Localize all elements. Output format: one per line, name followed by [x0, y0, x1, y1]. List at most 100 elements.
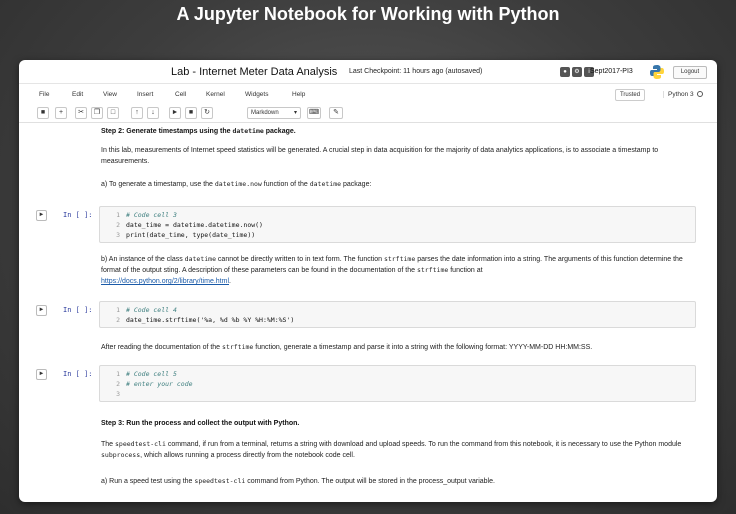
step2a-post: package: [341, 181, 372, 188]
step2b-code3: strftime [416, 266, 449, 274]
logout-button[interactable]: Logout [673, 66, 707, 79]
step2a-code2: datetime [309, 180, 342, 188]
after-2: function, generate a timestamp and parse… [253, 344, 593, 351]
code-text: date_time = datetime.datetime.now() [126, 221, 263, 229]
cut-icon[interactable]: ✂ [75, 107, 87, 119]
line-number: 2 [116, 221, 120, 229]
code-cell-4[interactable]: 1 # Code cell 4 2 date_time.strftime('%a, … [99, 301, 696, 328]
step3a-code: speedtest-cli [194, 477, 246, 485]
menu-cell[interactable]: Cell [175, 91, 186, 98]
step2-intro: In this lab, measurements of Internet sp… [101, 147, 659, 165]
code-line: 1 # Code cell 4 [100, 305, 695, 315]
cell-prompt: In [ ]: [63, 306, 93, 314]
line-number: 2 [116, 380, 120, 388]
lock-icon[interactable]: ● [560, 67, 570, 77]
run-cell-icon[interactable]: ► [36, 210, 47, 221]
toolbar: ■ + ✂ ❐ □ ↑ ↓ ► ■ ↻ Markdown ▾ ⌨ ✎ [19, 105, 717, 123]
step3-heading: Step 3: Run the process and collect the … [101, 418, 699, 429]
code-text: date_time.strftime('%a, %d %b %Y %H:%M:%… [126, 316, 295, 324]
keyboard-icon[interactable]: ⌨ [307, 107, 321, 119]
restart-icon[interactable]: ↻ [201, 107, 213, 119]
copy-icon[interactable]: ❐ [91, 107, 103, 119]
code-line: 2 date_time = datetime.datetime.now() [100, 220, 695, 230]
step2a-pre: a) To generate a timestamp, use the [101, 181, 215, 188]
step2-heading-code: datetime [232, 127, 264, 135]
run-icon[interactable]: ► [169, 107, 181, 119]
code-text: # Code cell 5 [126, 370, 177, 378]
cell-type-value: Markdown [251, 110, 279, 116]
code-cell-5[interactable]: 1 # Code cell 5 2 # enter your code 3 [99, 365, 696, 402]
notebook-header: Lab - Internet Meter Data Analysis Last … [19, 60, 717, 84]
after-code: strftime [222, 343, 254, 351]
step2b-text: b) An instance of the class datetime can… [101, 254, 699, 287]
line-number: 1 [116, 370, 120, 378]
save-icon[interactable]: ■ [37, 107, 49, 119]
step2-heading-a: Step 2: Generate timestamps using the [101, 128, 233, 135]
run-cell-icon[interactable]: ► [36, 305, 47, 316]
notebook-content: Step 2: Generate timestamps using the da… [19, 124, 717, 502]
notebook-title[interactable]: Lab - Internet Meter Data Analysis [171, 66, 337, 78]
after-1: After reading the documentation of the [101, 344, 223, 351]
step2a-mid: function of the [261, 181, 310, 188]
python-logo-icon [650, 65, 664, 79]
step2b-dot: . [229, 278, 231, 285]
menu-insert[interactable]: Insert [137, 91, 153, 98]
step2a-code1: datetime.now [214, 180, 262, 188]
code-text: # Code cell 4 [126, 306, 177, 314]
menu-help[interactable]: Help [292, 91, 305, 98]
paste-icon[interactable]: □ [107, 107, 119, 119]
code-text: print(date_time, type(date_time)) [126, 231, 256, 239]
run-cell-icon[interactable]: ► [36, 369, 47, 380]
line-number: 1 [116, 211, 120, 219]
code-text: # enter your code [126, 380, 193, 388]
step2-heading: Step 2: Generate timestamps using the da… [101, 126, 699, 137]
kernel-idle-icon [696, 91, 703, 98]
jupyter-window: Lab - Internet Meter Data Analysis Last … [19, 60, 717, 502]
menu-file[interactable]: File [39, 91, 49, 98]
code-line: 2 # enter your code [100, 379, 695, 389]
checkpoint-status: Last Checkpoint: 11 hours ago (autosaved… [349, 68, 483, 75]
menubar: File Edit View Insert Cell Kernel Widget… [19, 85, 717, 105]
step3a-1: a) Run a speed test using the [101, 478, 195, 485]
menu-kernel[interactable]: Kernel [206, 91, 225, 98]
add-cell-icon[interactable]: + [55, 107, 67, 119]
step3-code2: subprocess [101, 451, 141, 459]
step2b-1: b) An instance of the class [101, 256, 185, 263]
step3-heading-text: Step 3: Run the process and collect the … [101, 420, 300, 427]
gear-icon[interactable]: ⚙ [572, 67, 582, 77]
step2b-4: function at [448, 267, 483, 274]
step2b-2: cannot be directly written to in text fo… [215, 256, 384, 263]
code-line: 2 date_time.strftime('%a, %d %b %Y %H:%M:… [100, 315, 695, 325]
move-up-icon[interactable]: ↑ [131, 107, 143, 119]
trusted-indicator[interactable]: Trusted [615, 89, 645, 101]
step3a-2: command from Python. The output will be … [245, 478, 495, 485]
cell-prompt: In [ ]: [63, 211, 93, 219]
step3-1b: command, if run from a terminal, returns… [165, 441, 682, 448]
step3-code1: speedtest-cli [115, 440, 166, 448]
move-down-icon[interactable]: ↓ [147, 107, 159, 119]
code-line: 3 [100, 389, 695, 399]
step3-intro: The speedtest-cli command, if run from a… [101, 439, 699, 461]
menu-edit[interactable]: Edit [72, 91, 83, 98]
step3-1c: , which allows running a process directl… [140, 452, 355, 459]
code-line: 1 # Code cell 3 [100, 210, 695, 220]
menu-widgets[interactable]: Widgets [245, 91, 268, 98]
header-icons: ● ⚙ i [560, 67, 594, 77]
command-palette-icon[interactable]: ✎ [329, 107, 343, 119]
stop-icon[interactable]: ■ [185, 107, 197, 119]
slide-title: A Jupyter Notebook for Working with Pyth… [176, 4, 560, 24]
code-cell-3[interactable]: 1 # Code cell 3 2 date_time = datetime.dat… [99, 206, 696, 243]
python-docs-link[interactable]: https://docs.python.org/2/library/time.h… [101, 278, 229, 285]
step2b-code1: datetime [184, 255, 216, 263]
step3a-text: a) Run a speed test using the speedtest-… [101, 476, 699, 487]
code-line: 1 # Code cell 5 [100, 369, 695, 379]
line-number: 3 [116, 390, 120, 398]
code-text: # Code cell 3 [126, 211, 177, 219]
cell-type-select[interactable]: Markdown ▾ [247, 107, 301, 119]
step2a-text: a) To generate a timestamp, use the date… [101, 179, 699, 190]
menu-view[interactable]: View [103, 91, 117, 98]
step2-heading-b: package. [263, 128, 296, 135]
kernel-label: Sept2017-PI3 [590, 68, 633, 75]
chevron-down-icon: ▾ [293, 110, 297, 116]
after-text: After reading the documentation of the s… [101, 342, 699, 353]
